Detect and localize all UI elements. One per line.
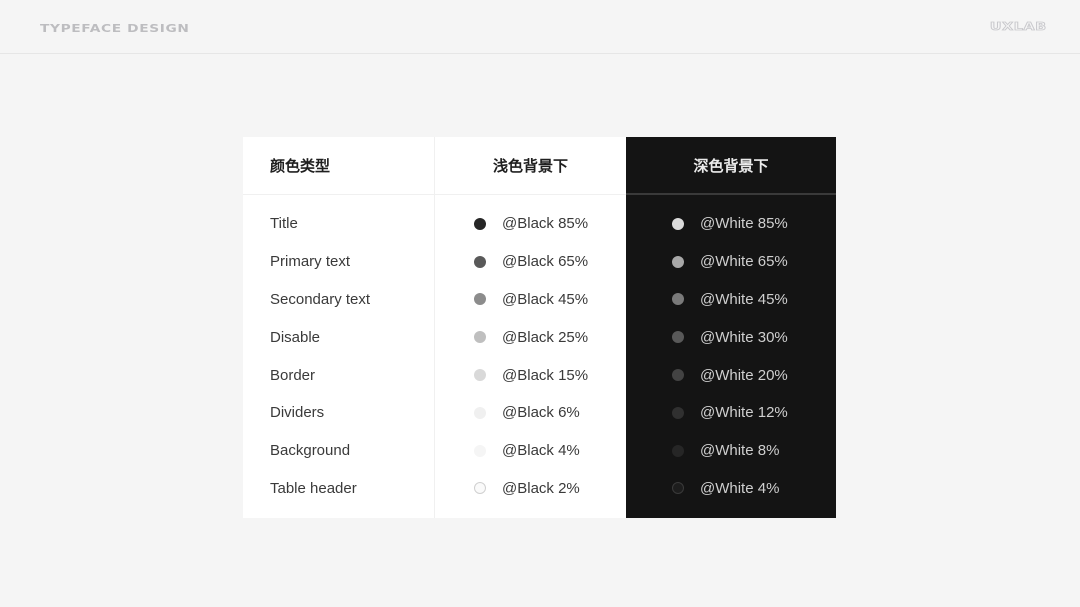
table-row-dark: @White 8% (626, 432, 836, 470)
color-swatch-icon (672, 217, 684, 230)
table-row-type: Dividers (243, 394, 434, 432)
color-type-label: Disable (270, 328, 321, 346)
color-swatch-icon (474, 217, 486, 230)
table-row-light: @Black 65% (435, 243, 626, 281)
table-row-type: Table header (243, 470, 434, 508)
color-type-label: Border (270, 366, 316, 384)
color-type-column: 颜色类型 Title Primary text Secondary text Disa… (243, 137, 435, 518)
color-swatch-icon (474, 331, 486, 344)
table-row-dark: @White 45% (626, 281, 836, 319)
color-swatch-icon (474, 293, 486, 306)
table-row-light: @Black 85% (435, 205, 626, 243)
color-value-label: @Black 2% (502, 479, 580, 497)
color-spec-table: 颜色类型 Title Primary text Secondary text Disa… (243, 137, 836, 518)
color-swatch-icon (474, 369, 486, 382)
color-value-label: @White 4% (700, 479, 780, 497)
table-row-light: @Black 4% (435, 432, 626, 470)
table-row-type: Secondary text (243, 281, 434, 319)
top-bar: TYPEFACE DESIGN UXLAB (0, 0, 1080, 54)
table-row-type: Primary text (243, 243, 434, 281)
table-row-dark: @White 85% (626, 205, 836, 243)
color-swatch-icon (672, 482, 684, 495)
table-row-type: Border (243, 356, 434, 394)
color-value-label: @Black 45% (502, 290, 589, 308)
color-value-label: @White 12% (700, 404, 788, 422)
table-row-dark: @White 20% (626, 356, 836, 394)
dark-background-column: 深色背景下 @White 85% @White 65% @White 45% @Whi… (626, 137, 836, 518)
color-value-label: @White 30% (700, 328, 788, 346)
table-row-light: @Black 2% (435, 470, 626, 508)
color-value-label: @White 45% (700, 290, 788, 308)
color-value-label: @Black 15% (502, 366, 589, 384)
table-row-light: @Black 15% (435, 356, 626, 394)
color-swatch-icon (672, 369, 684, 382)
color-type-label: Background (270, 442, 351, 460)
color-type-label: Table header (270, 479, 357, 497)
color-swatch-icon (474, 444, 486, 457)
color-swatch-icon (474, 255, 486, 268)
color-value-label: @Black 85% (502, 215, 589, 233)
table-row-dark: @White 65% (626, 243, 836, 281)
table-row-type: Disable (243, 318, 434, 356)
table-row-dark: @White 4% (626, 470, 836, 508)
table-row-light: @Black 45% (435, 281, 626, 319)
light-background-column: 浅色背景下 @Black 85% @Black 65% @Black 45% @Bla… (435, 137, 626, 518)
table-row-type: Background (243, 432, 434, 470)
color-type-label: Primary text (270, 253, 351, 271)
color-value-label: @White 20% (700, 366, 788, 384)
color-type-label: Secondary text (270, 290, 371, 308)
table-row-type: Title (243, 205, 434, 243)
color-swatch-icon (672, 293, 684, 306)
color-value-label: @White 65% (700, 253, 788, 271)
color-swatch-icon (672, 255, 684, 268)
color-value-label: @Black 65% (502, 253, 589, 271)
table-row-light: @Black 6% (435, 394, 626, 432)
color-swatch-icon (474, 406, 486, 419)
color-value-label: @Black 4% (502, 442, 580, 460)
uxlab-logo: UXLAB (990, 20, 1047, 34)
color-type-label: Title (270, 215, 298, 233)
color-value-label: @Black 6% (502, 404, 580, 422)
table-row-light: @Black 25% (435, 318, 626, 356)
color-value-label: @White 8% (700, 442, 780, 460)
table-row-dark: @White 12% (626, 394, 836, 432)
color-swatch-icon (672, 406, 684, 419)
color-swatch-icon (474, 482, 486, 495)
color-type-label: Dividers (270, 404, 325, 422)
typeface-design-label: TYPEFACE DESIGN (40, 22, 190, 35)
color-swatch-icon (672, 444, 684, 457)
color-value-label: @White 85% (700, 215, 788, 233)
color-value-label: @Black 25% (502, 328, 589, 346)
column-header-type: 颜色类型 (243, 137, 434, 195)
column-header-light: 浅色背景下 (435, 137, 626, 195)
color-swatch-icon (672, 331, 684, 344)
table-row-dark: @White 30% (626, 318, 836, 356)
column-header-dark: 深色背景下 (626, 137, 836, 195)
